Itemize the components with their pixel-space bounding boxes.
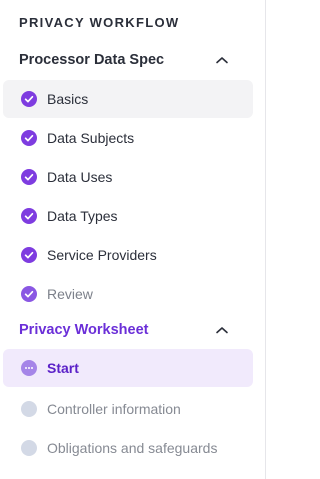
step-label: Controller information (47, 401, 181, 417)
step-label: Review (47, 286, 93, 302)
step-label: Obligations and safeguards (47, 440, 218, 456)
step-label: Service Providers (47, 247, 157, 263)
step-label: Data Uses (47, 169, 113, 185)
step-basics[interactable]: Basics (3, 80, 253, 118)
step-label: Data Subjects (47, 130, 135, 146)
section-header-processor-data-spec[interactable]: Processor Data Spec (0, 44, 253, 76)
step-data-subjects[interactable]: Data Subjects (3, 119, 253, 157)
check-circle-icon (21, 130, 37, 146)
check-circle-icon (21, 208, 37, 224)
section-label: Processor Data Spec (19, 52, 165, 68)
section-label: Privacy Worksheet (19, 322, 149, 338)
step-data-types[interactable]: Data Types (3, 197, 253, 235)
check-circle-icon (21, 286, 37, 302)
chevron-up-icon[interactable] (215, 55, 229, 65)
ellipsis-circle-icon (21, 360, 37, 376)
step-obligations-and-safeguards[interactable]: Obligations and safeguards (3, 429, 253, 467)
section-header-privacy-worksheet[interactable]: Privacy Worksheet (0, 314, 253, 346)
check-circle-icon (21, 91, 37, 107)
workflow-title: PRIVACY WORKFLOW (19, 15, 180, 30)
step-label: Start (47, 360, 79, 376)
empty-circle-icon (21, 440, 37, 456)
step-label: Basics (47, 91, 89, 107)
check-circle-icon (21, 247, 37, 263)
panel-divider (265, 0, 266, 479)
empty-circle-icon (21, 401, 37, 417)
workflow-sidebar: PRIVACY WORKFLOW Processor Data Spec Bas… (0, 0, 265, 479)
step-controller-information[interactable]: Controller information (3, 390, 253, 428)
step-start[interactable]: Start (3, 349, 253, 387)
step-review[interactable]: Review (3, 275, 253, 313)
step-data-uses[interactable]: Data Uses (3, 158, 253, 196)
check-circle-icon (21, 169, 37, 185)
chevron-up-icon[interactable] (215, 325, 229, 335)
step-label: Data Types (47, 208, 118, 224)
step-service-providers[interactable]: Service Providers (3, 236, 253, 274)
